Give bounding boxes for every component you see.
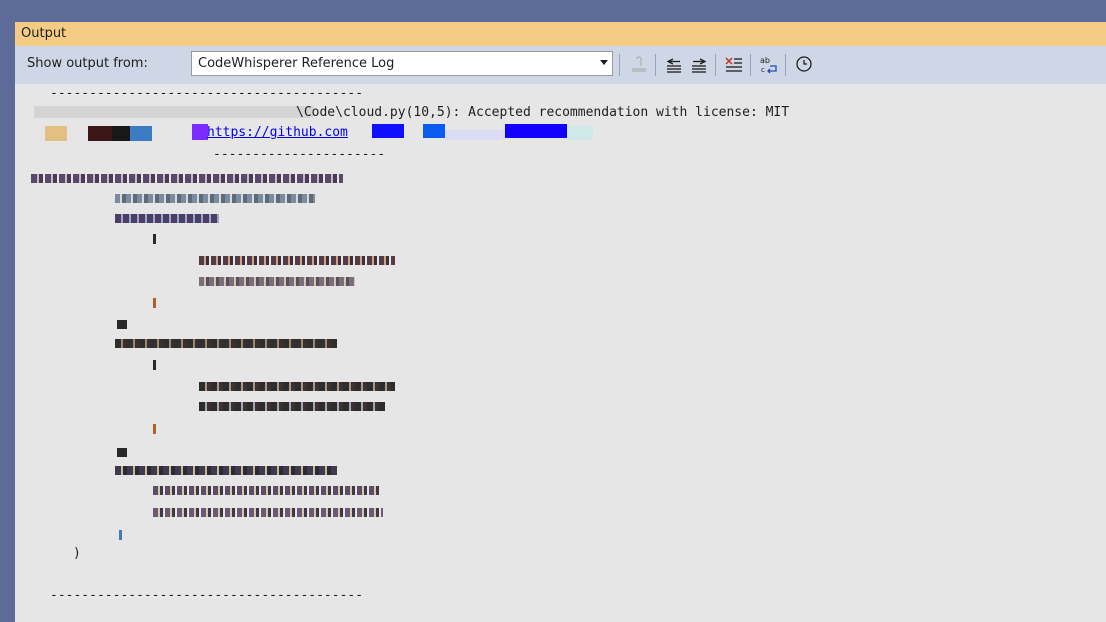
redacted-block <box>445 130 505 140</box>
svg-text:ab: ab <box>760 56 770 65</box>
redacted-block <box>130 126 152 141</box>
redacted-block <box>423 124 445 138</box>
code-closing-paren: ) <box>73 546 81 561</box>
redacted-block <box>372 124 404 138</box>
separator-line: ---------------------------------------- <box>50 588 364 603</box>
toggle-word-wrap-icon[interactable]: ab c <box>758 53 780 75</box>
toggle-timestamp-icon[interactable] <box>793 53 815 75</box>
panel-title-bar[interactable]: Output <box>15 22 1106 46</box>
redacted-block <box>88 126 112 141</box>
toolbar-separator <box>619 54 620 76</box>
find-message-in-code-icon[interactable] <box>628 53 650 75</box>
toolbar-separator <box>715 54 716 76</box>
license-link[interactable]: https://github.com <box>207 125 348 141</box>
redacted-block <box>45 126 67 141</box>
redacted-block <box>567 126 593 140</box>
redacted-block <box>192 124 208 140</box>
redacted-path <box>34 106 314 118</box>
output-source-value: CodeWhisperer Reference Log <box>198 56 395 71</box>
go-to-previous-message-icon[interactable] <box>663 53 685 75</box>
separator-line: ---------------------------------------- <box>50 86 364 101</box>
show-output-label: Show output from: <box>27 56 148 71</box>
redacted-block <box>505 124 567 138</box>
separator-line: ---------------------- <box>213 147 386 162</box>
go-to-next-message-icon[interactable] <box>688 53 710 75</box>
toolbar-separator <box>785 54 786 76</box>
log-entry-text: \Code\cloud.py(10,5): Accepted recommend… <box>296 105 790 120</box>
output-source-dropdown[interactable]: CodeWhisperer Reference Log <box>191 51 613 76</box>
chevron-down-icon[interactable] <box>600 60 608 65</box>
output-text-area[interactable]: ----------------------------------------… <box>15 84 1106 622</box>
output-toolbar: Show output from: CodeWhisperer Referenc… <box>15 46 1106 84</box>
toolbar-separator <box>750 54 751 76</box>
svg-text:c: c <box>761 66 765 74</box>
redacted-block <box>112 126 130 141</box>
clear-all-icon[interactable] <box>723 53 745 75</box>
toolbar-separator <box>655 54 656 76</box>
panel-title: Output <box>21 26 67 41</box>
